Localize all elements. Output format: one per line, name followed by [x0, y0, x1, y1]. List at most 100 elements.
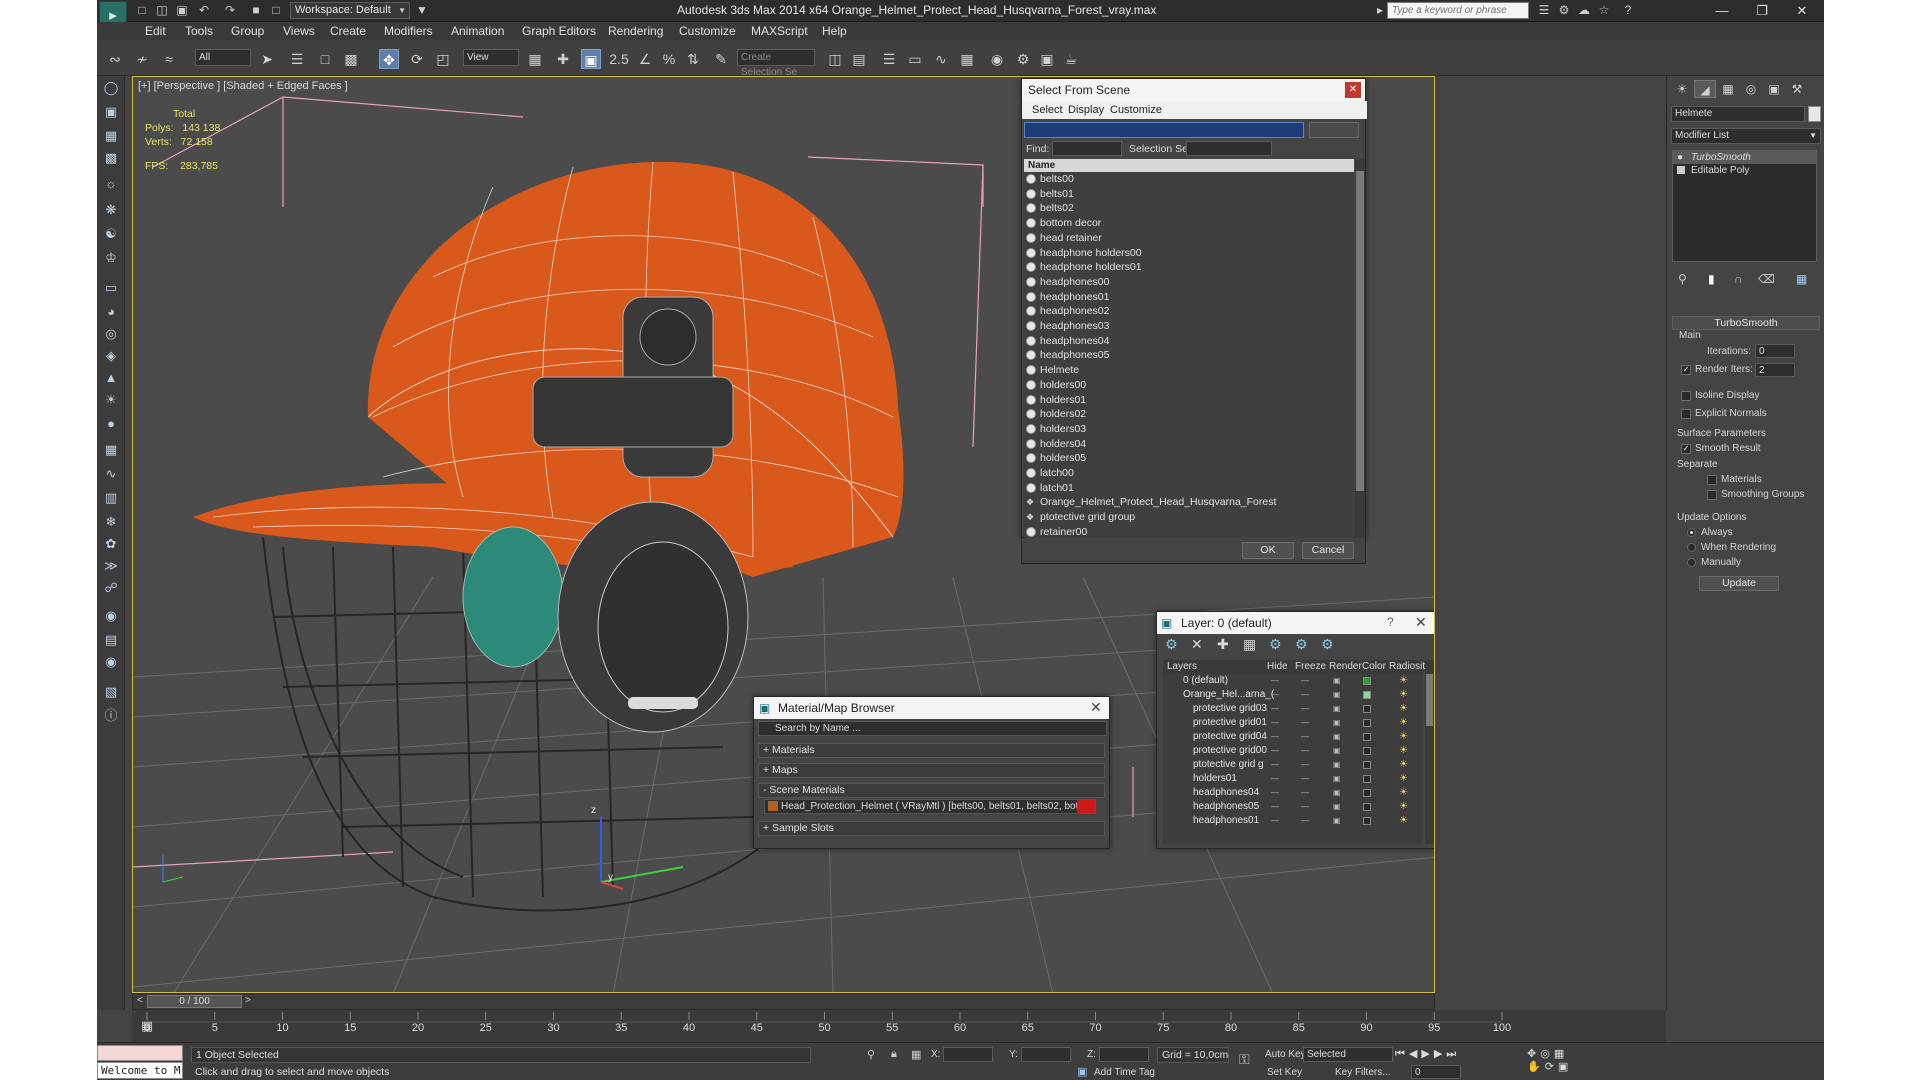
spinner-snap-icon[interactable]: ⇅	[683, 49, 703, 69]
search-arrow-icon[interactable]: ▸	[1373, 3, 1387, 17]
render-production-icon[interactable]: ☕	[1061, 49, 1081, 69]
layer-render-toggle[interactable]: ▣	[1333, 758, 1341, 772]
layer-hide-toggle[interactable]: —	[1271, 814, 1279, 828]
sfs-scrollbar[interactable]	[1355, 159, 1365, 540]
y-coordinate-field[interactable]	[1021, 1047, 1071, 1062]
layer-hide-toggle[interactable]: —	[1271, 758, 1279, 772]
dynamics-icon[interactable]: ❄	[101, 512, 121, 532]
col-color[interactable]: Color	[1362, 660, 1386, 674]
sfs-list-item[interactable]: belts01	[1024, 187, 1354, 202]
layer-freeze-toggle[interactable]: —	[1301, 730, 1309, 744]
layer-render-toggle[interactable]: ▣	[1333, 730, 1341, 744]
layer-dialog-help-icon[interactable]: ?	[1387, 615, 1394, 629]
redo-icon[interactable]: ↷	[223, 3, 237, 17]
sfs-list-item[interactable]: Helmete	[1024, 363, 1354, 378]
layer-color-swatch[interactable]	[1363, 705, 1371, 713]
col-hide[interactable]: Hide	[1267, 660, 1288, 674]
add-to-layer-icon[interactable]: ✚	[1217, 636, 1229, 653]
radiosity-icon[interactable]: ☀	[1399, 688, 1408, 702]
prev-frame-icon[interactable]: <	[137, 995, 143, 1006]
sfs-list-item[interactable]: belts00	[1024, 172, 1354, 187]
object-name-field[interactable]: Helmete	[1671, 106, 1805, 122]
layer-render-toggle[interactable]: ▣	[1333, 674, 1341, 688]
rect-selection-icon[interactable]: □	[315, 49, 335, 69]
reference-coord-dropdown[interactable]: View	[463, 49, 519, 66]
menu-views[interactable]: Views	[283, 24, 315, 38]
close-icon[interactable]: ✕	[1787, 1, 1817, 21]
torus-icon[interactable]: ◎	[101, 324, 121, 344]
motion-tab-icon[interactable]: ◎	[1740, 80, 1762, 98]
window-crossing-icon[interactable]: ▩	[341, 49, 361, 69]
layer-hide-toggle[interactable]: —	[1271, 744, 1279, 758]
time-slider-thumb[interactable]: 0 / 100	[147, 995, 242, 1008]
particle-icon[interactable]: ❋	[101, 200, 121, 220]
grid-icon[interactable]: ▩	[101, 148, 121, 168]
lightbulb-icon[interactable]: ●	[1677, 151, 1683, 164]
sfs-list-item[interactable]: head retainer	[1024, 231, 1354, 246]
align-icon[interactable]: ▤	[849, 49, 869, 69]
material-editor-icon[interactable]: ◉	[987, 49, 1007, 69]
geosphere-icon[interactable]: ●	[101, 414, 121, 434]
layer-row[interactable]: ptotective grid g — — ▣ ☀	[1163, 758, 1423, 772]
make-unique-icon[interactable]: ∩	[1734, 272, 1743, 286]
cone-icon[interactable]: ▲	[101, 368, 121, 388]
hedra-icon[interactable]: ◈	[101, 346, 121, 366]
layer-row[interactable]: headphones01 — — ▣ ☀	[1163, 814, 1423, 828]
sfs-list-item[interactable]: headphones02	[1024, 304, 1354, 319]
col-freeze[interactable]: Freeze	[1295, 660, 1326, 674]
update-button[interactable]: Update	[1699, 576, 1779, 591]
layer-color-swatch[interactable]	[1363, 747, 1371, 755]
sfs-list-item[interactable]: headphones05	[1024, 348, 1354, 363]
section-sample-slots[interactable]: + Sample Slots	[758, 821, 1105, 836]
sfs-menu-display[interactable]: Display	[1068, 104, 1104, 116]
layer-color-swatch[interactable]	[1363, 817, 1371, 825]
turbosmooth-rollout-title[interactable]: TurboSmooth	[1672, 316, 1820, 330]
workspace-dropdown[interactable]: Workspace: Default ▼	[290, 2, 410, 19]
sfs-column-name[interactable]: Name	[1024, 159, 1354, 172]
perspective-viewport[interactable]: [+] [Perspective ] [Shaded + Edged Faces…	[132, 76, 1435, 993]
stack-item-editable-poly[interactable]: Editable Poly	[1673, 164, 1816, 177]
separate-smoothing-checkbox[interactable]	[1707, 490, 1717, 500]
render-iters-checkbox[interactable]: ✓	[1681, 365, 1691, 375]
layer-hide-toggle[interactable]: —	[1271, 702, 1279, 716]
sfs-filter-icons[interactable]	[1024, 122, 1304, 138]
link-icon[interactable]: ∾	[105, 49, 125, 69]
x-coordinate-field[interactable]	[943, 1047, 993, 1062]
layer-render-toggle[interactable]: ▣	[1333, 688, 1341, 702]
layer-render-toggle[interactable]: ▣	[1333, 772, 1341, 786]
viewport-label[interactable]: [+] [Perspective ] [Shaded + Edged Faces…	[138, 80, 348, 92]
named-selection-dropdown[interactable]: Create Selection Se	[737, 49, 815, 78]
maximize-icon[interactable]: ❐	[1747, 1, 1777, 21]
sfs-scroll-thumb[interactable]	[1356, 171, 1364, 491]
mirror-icon[interactable]: ◫	[825, 49, 845, 69]
layer-freeze-toggle[interactable]: —	[1301, 702, 1309, 716]
separate-materials-checkbox[interactable]	[1707, 475, 1717, 485]
render-iters-spinner[interactable]: 2	[1755, 363, 1795, 377]
sfs-find-input[interactable]	[1052, 141, 1122, 156]
sfs-menu-customize[interactable]: Customize	[1110, 104, 1162, 116]
radiosity-icon[interactable]: ☀	[1399, 814, 1408, 828]
set-key-key-icon[interactable]: ⚿	[1239, 1051, 1250, 1068]
explicit-normals-checkbox[interactable]	[1681, 409, 1691, 419]
sphere-icon[interactable]: ◯	[101, 78, 121, 98]
sfs-list-item[interactable]: holders03	[1024, 422, 1354, 437]
layer-color-swatch[interactable]	[1363, 733, 1371, 741]
minimize-icon[interactable]: —	[1707, 1, 1737, 21]
strip-help-icon[interactable]: ⓘ	[101, 706, 121, 726]
toggle-ribbon-icon[interactable]: ▭	[905, 49, 925, 69]
menu-help[interactable]: Help	[822, 24, 847, 38]
sfs-list-item[interactable]: holders04	[1024, 437, 1354, 452]
layer-freeze-toggle[interactable]: —	[1301, 772, 1309, 786]
sfs-list-item[interactable]: headphone holders01	[1024, 260, 1354, 275]
layer-freeze-toggle[interactable]: —	[1301, 800, 1309, 814]
layer-freeze-toggle[interactable]: —	[1301, 786, 1309, 800]
cloth-icon[interactable]: ☍	[101, 578, 121, 598]
scene-states-icon[interactable]: ▤	[101, 630, 121, 650]
selection-lock-icon[interactable]: 🔒︎	[891, 1048, 897, 1061]
configure-sets-icon[interactable]: ▦	[1796, 272, 1807, 286]
radiosity-icon[interactable]: ☀	[1399, 744, 1408, 758]
isolate-icon[interactable]: ⚲	[867, 1048, 875, 1061]
highlight-layer-icon[interactable]: ⚙	[1269, 636, 1282, 653]
select-object-icon[interactable]: ➤	[257, 49, 277, 69]
radiosity-icon[interactable]: ☀	[1399, 716, 1408, 730]
